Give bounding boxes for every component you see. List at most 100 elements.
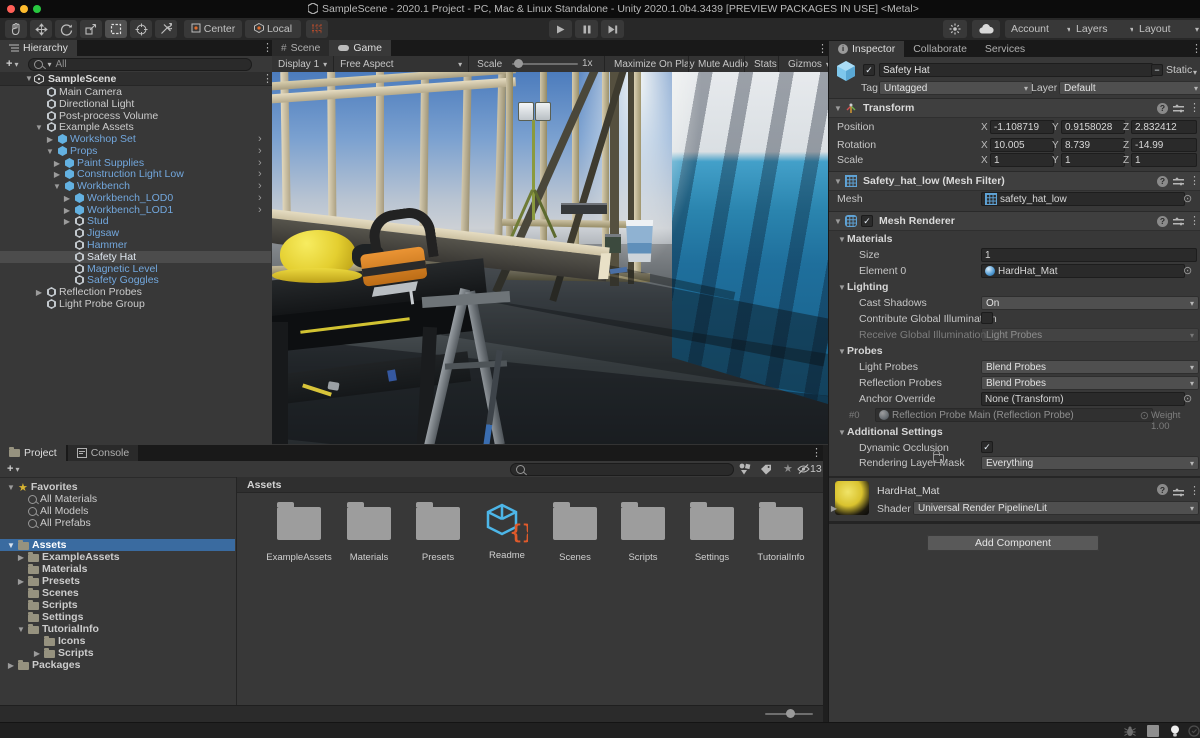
rotation-y-field[interactable]: 8.739	[1061, 138, 1125, 152]
project-tree-item[interactable]: Packages	[0, 659, 235, 671]
scale-z-field[interactable]: 1	[1131, 153, 1197, 167]
foldout-icon[interactable]	[62, 194, 72, 203]
tab-collaborate[interactable]: Collaborate	[904, 41, 976, 57]
prefab-open-chevron[interactable]	[258, 180, 262, 192]
foldout-icon[interactable]	[34, 123, 44, 132]
hierarchy-item[interactable]: Workshop Set	[0, 133, 271, 145]
foldout-icon[interactable]	[52, 159, 62, 168]
materials-foldout[interactable]: Materials	[837, 232, 893, 246]
search-by-type-icon[interactable]	[738, 463, 751, 478]
refresh-clock-icon[interactable]	[1188, 725, 1200, 738]
hierarchy-item[interactable]: Hammer	[0, 239, 271, 251]
element0-object-field[interactable]: HardHat_Mat	[981, 264, 1185, 278]
hand-tool-button[interactable]	[5, 20, 27, 38]
hierarchy-item[interactable]: Construction Light Low	[0, 168, 271, 180]
layers-dropdown[interactable]: Layers	[1070, 20, 1140, 38]
project-menu-icon[interactable]	[811, 446, 822, 459]
help-icon[interactable]	[1157, 103, 1168, 114]
hierarchy-item[interactable]: Main Camera	[0, 86, 271, 98]
mesh-filter-header[interactable]: Safety_hat_low (Mesh Filter)	[829, 171, 1200, 191]
tab-services[interactable]: Services	[976, 41, 1034, 57]
materials-size-field[interactable]: 1	[981, 248, 1197, 262]
foldout-icon[interactable]	[52, 170, 62, 179]
probes-foldout[interactable]: Probes	[837, 344, 883, 358]
hierarchy-item[interactable]: Workbench	[0, 180, 271, 192]
foldout-icon[interactable]	[16, 553, 26, 562]
pause-button[interactable]	[575, 20, 598, 38]
contribute-gi-checkbox[interactable]	[981, 312, 993, 324]
rotate-tool-button[interactable]	[55, 20, 77, 38]
hierarchy-item[interactable]: Jigsaw	[0, 227, 271, 239]
foldout-icon[interactable]	[833, 177, 843, 186]
help-icon[interactable]	[1157, 176, 1168, 187]
tag-dropdown[interactable]: Untagged	[879, 81, 1033, 95]
add-gameobject-button[interactable]: +	[6, 58, 12, 70]
hidden-packages-icon[interactable]	[797, 464, 810, 477]
material-menu-icon[interactable]	[1189, 484, 1200, 497]
help-icon[interactable]	[1157, 216, 1168, 227]
tab-project[interactable]: Project	[0, 445, 66, 461]
debugger-bug-icon[interactable]	[1124, 726, 1136, 738]
tab-console[interactable]: Console	[68, 445, 139, 461]
aspect-dropdown[interactable]: Free Aspect	[334, 56, 468, 72]
inspector-menu-icon[interactable]	[1191, 42, 1200, 55]
object-picker-icon[interactable]	[1183, 392, 1192, 405]
close-window-button[interactable]	[7, 5, 15, 13]
hierarchy-item[interactable]: Props	[0, 145, 271, 157]
project-tree-item[interactable]: Materials	[0, 563, 235, 575]
project-tree-item[interactable]: Presets	[0, 575, 235, 587]
scale-tool-button[interactable]	[80, 20, 102, 38]
scene-header-row[interactable]: SampleScene	[0, 72, 272, 86]
hierarchy-item[interactable]: Light Probe Group	[0, 298, 271, 310]
cloud-collab-button[interactable]	[972, 20, 1000, 38]
component-menu-icon[interactable]	[1189, 214, 1200, 227]
scale-slider-knob[interactable]	[514, 59, 523, 68]
reflection-probes-dropdown[interactable]: Blend Probes	[981, 376, 1199, 390]
gameobject-name-field[interactable]: Safety Hat	[879, 63, 1153, 77]
hierarchy-item-selected[interactable]: Safety Hat	[0, 251, 271, 263]
project-tree-item[interactable]: Scripts	[0, 599, 235, 611]
mesh-renderer-header[interactable]: Mesh Renderer	[829, 211, 1200, 231]
search-by-label-icon[interactable]	[760, 464, 772, 478]
hierarchy-item[interactable]: Stud	[0, 215, 271, 227]
presets-icon[interactable]	[1173, 488, 1184, 497]
light-probes-dropdown[interactable]: Blend Probes	[981, 360, 1199, 374]
chevron-down-icon[interactable]	[14, 58, 18, 70]
project-tree-item-selected[interactable]: Assets	[0, 539, 235, 551]
dynamic-occlusion-checkbox[interactable]	[981, 441, 993, 453]
scale-x-field[interactable]: 1	[990, 153, 1054, 167]
tab-scene[interactable]: Scene	[272, 40, 329, 56]
rect-tool-button[interactable]	[105, 20, 127, 38]
asset-folder[interactable]: TutorialInfo	[737, 507, 825, 563]
active-checkbox[interactable]	[863, 64, 875, 76]
rendering-mask-dropdown[interactable]: Everything	[981, 456, 1199, 470]
static-dropdown-icon[interactable]	[1193, 66, 1197, 78]
rotation-x-field[interactable]: 10.005	[990, 138, 1054, 152]
chevron-down-icon[interactable]	[15, 463, 19, 475]
account-dropdown[interactable]: Account	[1005, 20, 1077, 38]
prefab-open-chevron[interactable]	[258, 192, 262, 204]
space-local-button[interactable]: Local	[245, 20, 301, 38]
progress-square-icon[interactable]	[1147, 725, 1159, 737]
foldout-icon[interactable]	[6, 483, 16, 492]
favorites-row[interactable]: Favorites	[0, 481, 235, 493]
hierarchy-item[interactable]: Directional Light	[0, 98, 271, 110]
position-z-field[interactable]: 2.832412	[1131, 120, 1197, 134]
layout-dropdown[interactable]: Layout	[1133, 20, 1200, 38]
foldout-icon[interactable]	[24, 74, 34, 83]
hierarchy-item[interactable]: Workbench_LOD0	[0, 192, 271, 204]
component-menu-icon[interactable]	[1189, 101, 1200, 114]
additional-settings-foldout[interactable]: Additional Settings	[837, 425, 943, 439]
foldout-icon[interactable]	[6, 541, 16, 550]
project-tree-item[interactable]: Settings	[0, 611, 235, 623]
foldout-icon[interactable]	[62, 217, 72, 226]
position-y-field[interactable]: 0.9158028	[1061, 120, 1125, 134]
component-enabled-checkbox[interactable]	[861, 215, 873, 227]
rotation-z-field[interactable]: -14.99	[1131, 138, 1197, 152]
zoom-window-button[interactable]	[33, 5, 41, 13]
foldout-icon[interactable]	[34, 288, 44, 297]
transform-header[interactable]: Transform	[829, 98, 1200, 118]
panel-splitter[interactable]	[823, 445, 828, 722]
foldout-icon[interactable]	[52, 182, 62, 191]
lock-icon[interactable]	[933, 454, 944, 463]
